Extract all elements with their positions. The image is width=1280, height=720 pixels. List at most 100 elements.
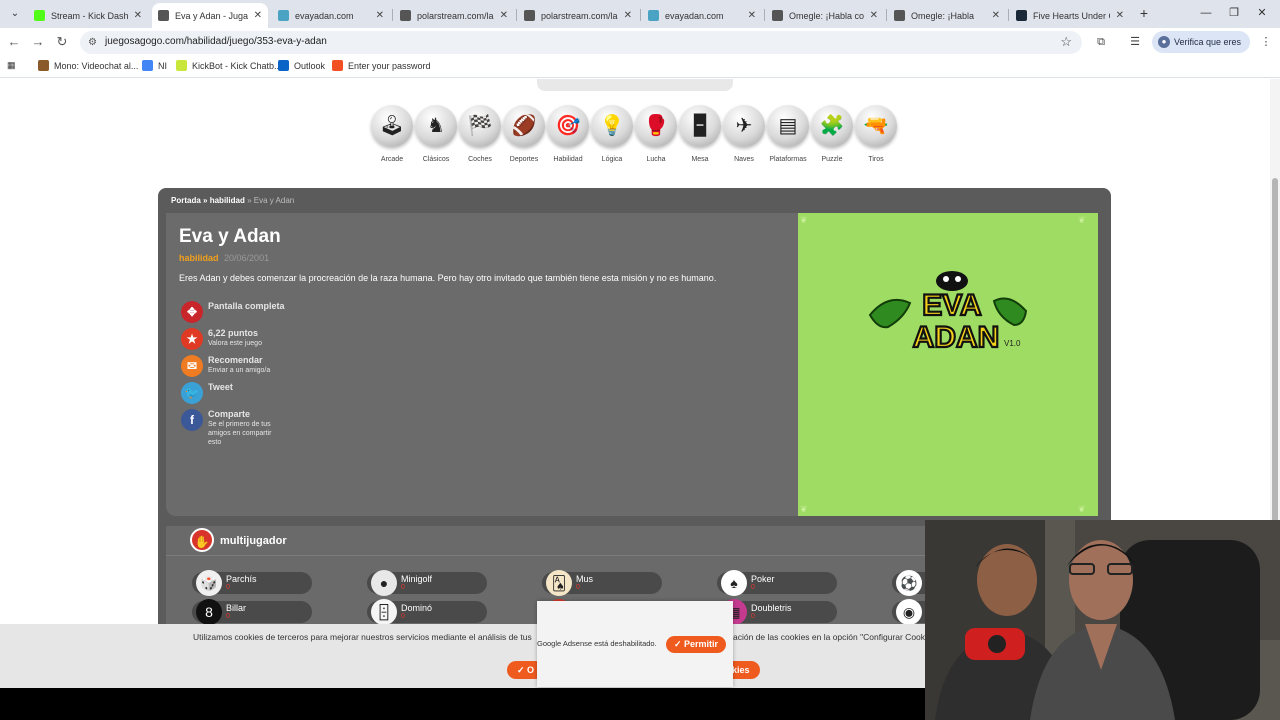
action-mail[interactable]: ✉ Recomendar Enviar a un amigo/a xyxy=(181,355,381,379)
minimize-icon[interactable]: — xyxy=(1196,5,1216,21)
bookmark-item[interactable]: KickBot - Kick Chatb... xyxy=(176,60,282,71)
tab-close-icon[interactable]: ✕ xyxy=(870,10,878,21)
game-name: Dominó xyxy=(401,603,433,613)
tab-title: polarstream.com/lan xyxy=(417,10,494,21)
tab-close-icon[interactable]: ✕ xyxy=(134,10,142,21)
game-name: Parchís xyxy=(226,574,257,584)
bookmark-star-icon[interactable]: ☆ xyxy=(1060,34,1072,50)
bookmark-item[interactable]: NI xyxy=(142,60,167,71)
category-arcade[interactable]: 🕹 Arcade xyxy=(370,105,414,163)
corner-leaf-icon: ❦ xyxy=(1078,215,1086,225)
bookmark-item[interactable]: Outlook xyxy=(278,60,325,71)
link-icon xyxy=(400,10,411,21)
multiplayer-game[interactable]: ♠ Poker 0 xyxy=(717,570,837,596)
action-star[interactable]: ★ 6,22 puntos Valora este juego xyxy=(181,328,381,352)
tab-title: Stream - Kick Dashboard xyxy=(51,10,128,21)
globe-icon xyxy=(648,10,659,21)
tab-separator xyxy=(516,9,517,21)
allow-button[interactable]: ✓ Permitir xyxy=(666,636,727,653)
tab-search-chevron-icon[interactable]: ⌄ xyxy=(6,5,24,23)
action-twitter[interactable]: 🐦 Tweet xyxy=(181,382,381,406)
category-clásicos[interactable]: ♞ Clásicos xyxy=(414,105,458,163)
extensions-icon[interactable]: ⧉ xyxy=(1093,34,1109,50)
tab-separator xyxy=(392,9,393,21)
tab-close-icon[interactable]: ✕ xyxy=(992,10,1000,21)
tab-close-icon[interactable]: ✕ xyxy=(1116,10,1124,21)
tab-bar: ⌄ Stream - Kick Dashboard✕Eva y Adan - J… xyxy=(0,0,1280,28)
new-tab-button[interactable]: + xyxy=(1136,5,1152,21)
browser-tab[interactable]: Eva y Adan - Jugar a ✕ xyxy=(152,3,268,28)
bookmark-item[interactable]: Mono: Videochat al... xyxy=(38,60,138,71)
category-icon: 🁢 xyxy=(679,105,721,147)
game-player-count: 0 xyxy=(576,584,580,591)
multiplayer-game[interactable]: 🎲 Parchís 0 xyxy=(192,570,312,596)
game-title: Eva y Adan xyxy=(179,226,281,247)
category-label: Clásicos xyxy=(422,156,450,163)
action-title: Pantalla completa xyxy=(208,301,285,311)
category-icon: 🧩 xyxy=(811,105,853,147)
forward-icon[interactable]: → xyxy=(29,33,47,51)
close-window-icon[interactable]: ✕ xyxy=(1252,5,1272,21)
category-habilidad[interactable]: 🎯 Habilidad xyxy=(546,105,590,163)
breadcrumb-home-link[interactable]: Portada xyxy=(171,196,201,205)
address-bar[interactable]: ⚙ juegosagogo.com/habilidad/juego/353-ev… xyxy=(80,31,1082,54)
reload-icon[interactable]: ↻ xyxy=(53,33,71,51)
media-controls-icon[interactable]: ☰ xyxy=(1127,34,1143,50)
category-mesa[interactable]: 🁢 Mesa xyxy=(678,105,722,163)
apps-grid-icon[interactable]: ▦ xyxy=(7,60,16,71)
site-info-icon[interactable]: ⚙ xyxy=(86,36,99,49)
bookmark-item[interactable]: Enter your password xyxy=(332,60,431,71)
multiplayer-icon: ✋ xyxy=(190,528,214,552)
tab-close-icon[interactable]: ✕ xyxy=(500,10,508,21)
browser-tab[interactable]: Omegle: ¡Habla con E ✕ xyxy=(766,3,884,28)
tab-close-icon[interactable]: ✕ xyxy=(254,10,262,21)
url-text[interactable]: juegosagogo.com/habilidad/juego/353-eva-… xyxy=(105,36,327,47)
game-canvas[interactable]: ❦ ❦ ❦ ❦ EVA ADAN V1.0 xyxy=(798,213,1098,516)
category-nav: 🕹 Arcade ♞ Clásicos 🏁 Coches 🏈 Deportes 🎯 Habilid… xyxy=(368,105,908,169)
category-icon: 🔫 xyxy=(855,105,897,147)
maximize-icon[interactable]: ❐ xyxy=(1224,5,1244,21)
multiplayer-game[interactable]: ▦ Doubletris 0 xyxy=(717,599,837,624)
browser-tab[interactable]: evayadan.com ✕ xyxy=(642,3,762,28)
category-tiros[interactable]: 🔫 Tiros xyxy=(854,105,898,163)
tab-close-icon[interactable]: ✕ xyxy=(748,10,756,21)
game-thumb-icon: 🎲 xyxy=(196,570,222,596)
multiplayer-game[interactable]: 🁫 Dominó 0 xyxy=(367,599,487,624)
multiplayer-title: multijugador xyxy=(220,535,287,547)
menu-kebab-icon[interactable]: ⋮ xyxy=(1258,34,1274,50)
category-label: Tiros xyxy=(868,156,884,163)
link-icon xyxy=(524,10,535,21)
category-icon: ▤ xyxy=(767,105,809,147)
category-deportes[interactable]: 🏈 Deportes xyxy=(502,105,546,163)
breadcrumb-section-link[interactable]: habilidad xyxy=(210,196,245,205)
globe-icon xyxy=(278,10,289,21)
browser-tab[interactable]: Stream - Kick Dashboard ✕ xyxy=(28,3,148,28)
action-facebook[interactable]: f Comparte Se el primero de tus amigos en … xyxy=(181,409,381,446)
category-lógica[interactable]: 💡 Lógica xyxy=(590,105,634,163)
browser-tab[interactable]: Omegle: ¡Habla ✕ xyxy=(888,3,1006,28)
back-icon[interactable]: ← xyxy=(5,33,23,51)
browser-tab[interactable]: evayadan.com ✕ xyxy=(272,3,390,28)
category-coches[interactable]: 🏁 Coches xyxy=(458,105,502,163)
tab-close-icon[interactable]: ✕ xyxy=(376,10,384,21)
bookmark-label: Mono: Videochat al... xyxy=(54,60,139,71)
category-naves[interactable]: ✈ Naves xyxy=(722,105,766,163)
multiplayer-game[interactable]: 🂡 Mus 0 xyxy=(542,570,662,596)
browser-tab[interactable]: polarstream.com/lan ✕ xyxy=(518,3,638,28)
category-plataformas[interactable]: ▤ Plataformas xyxy=(766,105,810,163)
category-lucha[interactable]: 🥊 Lucha xyxy=(634,105,678,163)
category-label: Lógica xyxy=(601,156,623,163)
verify-identity-button[interactable]: ● Verifica que eres tú xyxy=(1152,31,1250,69)
tab-close-icon[interactable]: ✕ xyxy=(624,10,632,21)
browser-tab[interactable]: Five Hearts Under O ✕ xyxy=(1010,3,1130,28)
multiplayer-game[interactable]: 8 Billar 0 xyxy=(192,599,312,624)
multiplayer-game[interactable]: ● Minigolf 0 xyxy=(367,570,487,596)
game-name: Poker xyxy=(751,574,775,584)
game-category-link[interactable]: habilidad xyxy=(179,253,219,263)
action-fullscreen[interactable]: ✥ Pantalla completa xyxy=(181,301,381,325)
browser-tab[interactable]: polarstream.com/lan ✕ xyxy=(394,3,514,28)
mail-icon: ✉ xyxy=(181,355,203,377)
category-puzzle[interactable]: 🧩 Puzzle xyxy=(810,105,854,163)
breadcrumb-separator: » xyxy=(247,196,252,205)
action-title: Comparte xyxy=(208,409,251,419)
